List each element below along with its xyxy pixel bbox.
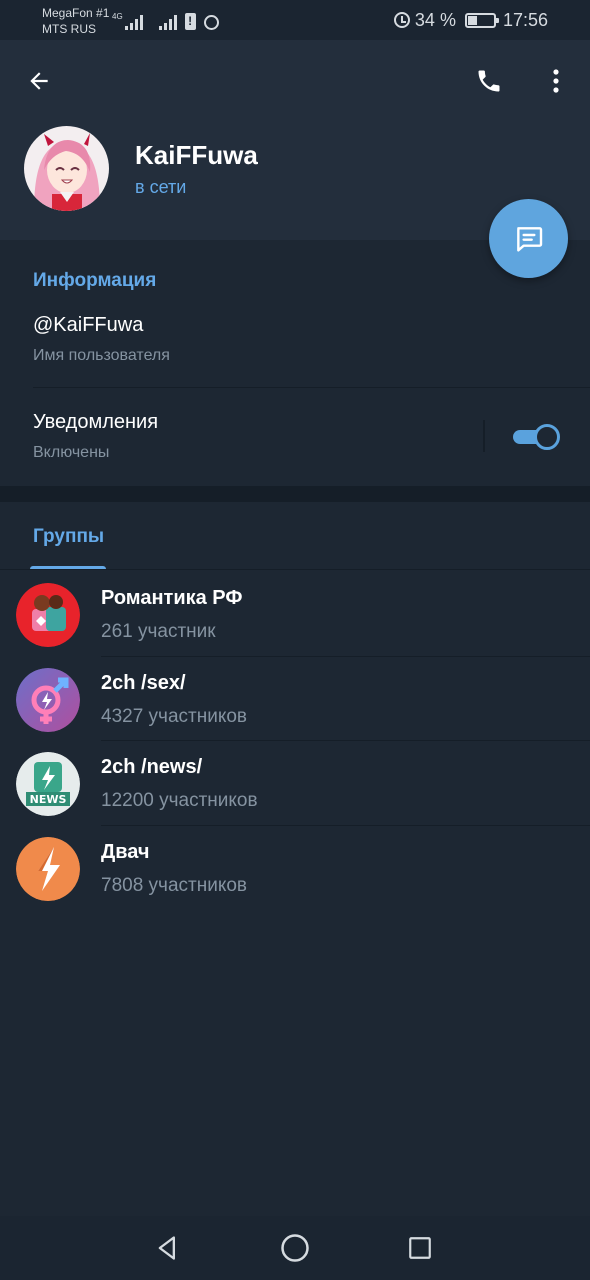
tab-divider — [0, 569, 590, 570]
more-menu-button[interactable] — [536, 60, 576, 102]
arrow-left-icon — [30, 72, 48, 90]
info-title: Информация — [33, 270, 157, 291]
status-icons-right: 34 % 17:56 — [393, 9, 548, 31]
info-section: Информация @KaiFFuwa Имя пользователя Ув… — [0, 242, 590, 486]
nfc-icon — [203, 15, 219, 30]
lightning-avatar — [16, 836, 80, 901]
notifications-label[interactable]: Уведомления — [33, 411, 158, 434]
status-icons-left: 4G ! — [112, 10, 219, 30]
signal-2-icon — [158, 12, 177, 30]
group-row[interactable]: Двач 7808 участников — [0, 826, 590, 911]
alert-icon: ! — [184, 13, 196, 30]
carrier-2: MTS RUS — [42, 22, 96, 36]
message-icon — [516, 226, 542, 252]
back-button[interactable] — [20, 62, 58, 100]
notifications-state: Включены — [33, 444, 110, 461]
profile-avatar-image — [24, 126, 109, 211]
news-avatar: NEWS — [16, 752, 80, 816]
profile-name: KaiFFuwa — [135, 140, 258, 170]
nav-home-button[interactable] — [275, 1228, 315, 1268]
gender-avatar — [16, 667, 80, 732]
group-row[interactable]: NEWS 2ch /news/ 12200 участников — [0, 741, 590, 826]
svg-text:NEWS: NEWS — [30, 793, 67, 806]
call-button[interactable] — [468, 60, 510, 102]
status-bar: MegaFon #1 MTS RUS 4G ! 34 % 17:56 — [0, 0, 590, 40]
username-value[interactable]: @KaiFFuwa — [33, 314, 143, 337]
battery-icon — [464, 12, 499, 28]
carrier-1: MegaFon #1 — [42, 6, 110, 20]
signal-icon: 4G — [112, 12, 143, 30]
notifications-toggle[interactable] — [513, 424, 560, 450]
tab-groups-label: Группы — [33, 526, 105, 547]
toggle-knob — [534, 424, 560, 450]
group-members: 4327 участников — [101, 705, 248, 727]
group-name: 2ch /news/ — [101, 756, 203, 778]
group-members: 261 участник — [101, 621, 216, 642]
phone-icon — [478, 70, 500, 92]
nav-recents-button[interactable] — [400, 1228, 440, 1268]
group-name: Романтика РФ — [101, 587, 243, 609]
circle-home-icon — [281, 1234, 309, 1262]
username-label: Имя пользователя — [33, 347, 170, 364]
profile-avatar[interactable] — [24, 126, 109, 211]
triangle-back-icon — [158, 1236, 175, 1260]
group-name: Двач — [101, 840, 150, 863]
alarm-icon — [393, 12, 410, 28]
group-row[interactable]: 2ch /sex/ 4327 участников — [0, 657, 590, 741]
profile-status: в сети — [135, 177, 187, 197]
system-nav-bar — [0, 1216, 590, 1280]
square-recents-icon — [409, 1237, 431, 1259]
section-separator — [0, 486, 590, 502]
group-members: 12200 участников — [101, 790, 258, 811]
nav-back-button[interactable] — [148, 1228, 188, 1268]
send-message-button[interactable] — [489, 199, 568, 278]
romance-avatar — [16, 583, 80, 647]
group-row[interactable]: Романтика РФ 261 участник — [0, 572, 590, 657]
more-vertical-icon — [553, 69, 559, 93]
battery-percent: 34 % — [414, 9, 456, 30]
group-name: 2ch /sex/ — [101, 671, 186, 694]
carrier-labels: MegaFon #1 MTS RUS — [42, 5, 109, 37]
tab-groups[interactable]: Группы — [30, 520, 106, 570]
clock: 17:56 — [502, 9, 548, 30]
network-tag: 4G — [112, 12, 123, 21]
divider — [33, 387, 590, 388]
group-members: 7808 участников — [101, 874, 248, 896]
groups-list: Романтика РФ 261 участник 2ch /sex/ 4327… — [0, 572, 590, 910]
vertical-divider — [483, 420, 485, 452]
